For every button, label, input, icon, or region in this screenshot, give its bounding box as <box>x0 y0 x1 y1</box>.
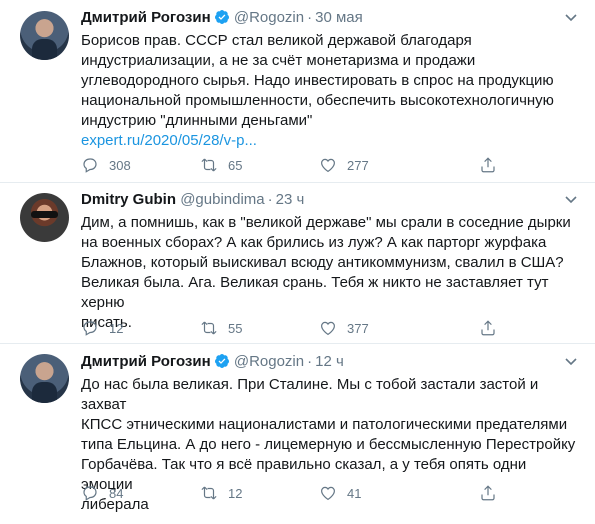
tweet-text-line: углеводородного сырья. Надо инвестироват… <box>81 72 554 89</box>
tweet-header: Дмитрий Рогозин @Rogozin · 30 мая <box>81 8 363 28</box>
like-button[interactable]: 377 <box>319 319 369 337</box>
verified-badge-icon <box>214 354 229 368</box>
reply-count: 12 <box>109 320 124 336</box>
tweet-text-line: типа Ельцина. А до него - лицемерную и б… <box>81 436 576 453</box>
share-button[interactable] <box>479 484 507 502</box>
tweet-time[interactable]: 30 мая <box>315 9 363 26</box>
like-count: 41 <box>347 485 362 501</box>
reply-count: 308 <box>109 157 131 173</box>
share-icon <box>481 485 495 501</box>
tweet-text: Дим, а помнишь, как в "великой державе" … <box>81 213 576 333</box>
tweet-text: Борисов прав. СССР стал великой державой… <box>81 31 576 151</box>
avatar[interactable] <box>20 11 69 60</box>
separator-dot: · <box>307 353 313 370</box>
reply-icon <box>83 158 97 173</box>
tweet-header: Дмитрий Рогозин @Rogozin · 12 ч <box>81 352 344 372</box>
author-handle[interactable]: @gubindima <box>180 191 264 208</box>
retweet-button[interactable]: 65 <box>200 156 242 174</box>
reply-button[interactable]: 84 <box>81 484 123 502</box>
retweet-icon <box>201 486 217 500</box>
retweet-button[interactable]: 12 <box>200 484 242 502</box>
avatar[interactable] <box>20 193 69 242</box>
share-button[interactable] <box>479 156 507 174</box>
tweet-actions: 12 55 377 <box>81 319 561 337</box>
author-name[interactable]: Дмитрий Рогозин <box>81 353 211 370</box>
tweet[interactable]: Дмитрий Рогозин @Rogozin · 12 ч До нас был… <box>0 344 595 524</box>
tweet-time[interactable]: 12 ч <box>315 353 344 370</box>
tweet-text-line: на военных сборах? А как брились из луж?… <box>81 234 547 251</box>
tweet-text-line: индустриализации, а не за счёт монетариз… <box>81 52 476 69</box>
caret-down-icon[interactable] <box>565 358 577 366</box>
tweet-time[interactable]: 23 ч <box>276 191 305 208</box>
tweet-text-line: Дим, а помнишь, как в "великой державе" … <box>81 214 571 231</box>
tweet-header: Dmitry Gubin @gubindima · 23 ч <box>81 190 304 210</box>
tweet-text-line: КПСС этническими националистами и патоло… <box>81 416 568 433</box>
tweet-text-line: Борисов прав. СССР стал великой державой… <box>81 32 472 49</box>
retweet-icon <box>201 158 217 172</box>
tweet-text-line: национальной промышленности, обеспечить … <box>81 92 554 109</box>
tweet[interactable]: Dmitry Gubin @gubindima · 23 ч Дим, а помн… <box>0 183 595 343</box>
tweet-text-line: Блажнов, который выискивал всюду антиком… <box>81 254 564 271</box>
share-button[interactable] <box>479 319 507 337</box>
tweet-text-line: Великая была. Ага. Великая срань. Тебя ж… <box>81 274 549 311</box>
reply-button[interactable]: 308 <box>81 156 131 174</box>
tweet-actions: 308 65 277 <box>81 156 561 174</box>
tweet-text-line: До нас была великая. При Сталине. Мы с т… <box>81 376 539 413</box>
avatar[interactable] <box>20 354 69 403</box>
like-count: 377 <box>347 320 369 336</box>
like-icon <box>321 486 335 501</box>
like-count: 277 <box>347 157 369 173</box>
author-handle[interactable]: @Rogozin <box>234 9 304 26</box>
like-icon <box>321 158 335 173</box>
like-button[interactable]: 41 <box>319 484 361 502</box>
separator-dot: · <box>267 191 273 208</box>
retweet-icon <box>201 321 217 335</box>
reply-icon <box>83 321 97 336</box>
caret-down-icon[interactable] <box>565 196 577 204</box>
separator-dot: · <box>307 9 313 26</box>
like-button[interactable]: 277 <box>319 156 369 174</box>
tweet[interactable]: Дмитрий Рогозин @Rogozin · 30 мая Борисов … <box>0 0 595 174</box>
verified-badge-icon <box>214 10 229 24</box>
share-icon <box>481 157 495 173</box>
reply-button[interactable]: 12 <box>81 319 123 337</box>
tweet-actions: 84 12 41 <box>81 484 561 502</box>
reply-icon <box>83 486 97 501</box>
retweet-count: 55 <box>228 320 243 336</box>
author-name[interactable]: Дмитрий Рогозин <box>81 9 211 26</box>
author-handle[interactable]: @Rogozin <box>234 353 304 370</box>
tweet-link[interactable]: expert.ru/2020/05/28/v-p... <box>81 132 257 149</box>
retweet-button[interactable]: 55 <box>200 319 242 337</box>
share-icon <box>481 320 495 336</box>
tweet-text-line: индустрию "длинными деньгами" <box>81 112 313 129</box>
author-name[interactable]: Dmitry Gubin <box>81 191 176 208</box>
retweet-count: 65 <box>228 157 243 173</box>
caret-down-icon[interactable] <box>565 14 577 22</box>
retweet-count: 12 <box>228 485 243 501</box>
like-icon <box>321 321 335 336</box>
reply-count: 84 <box>109 485 124 501</box>
